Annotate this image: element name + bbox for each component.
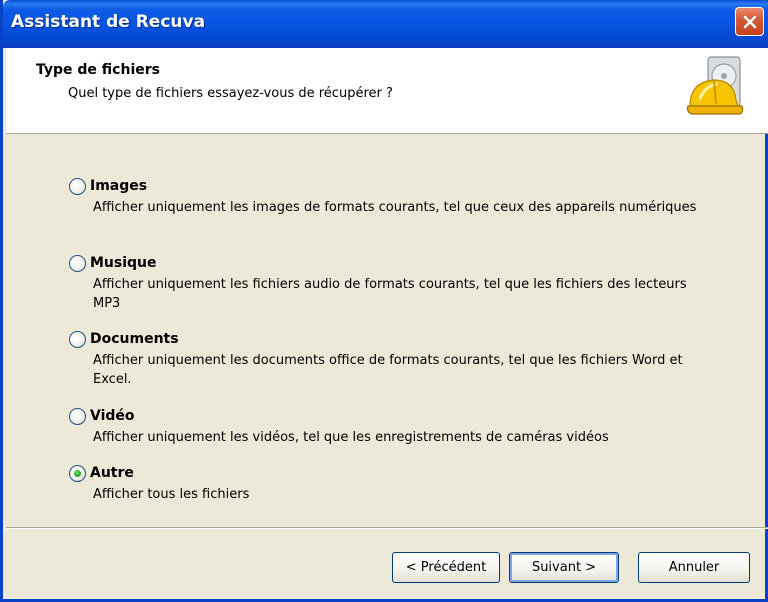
option-label[interactable]: Autre xyxy=(90,465,134,481)
window-title: Assistant de Recuva xyxy=(11,12,206,32)
option-label[interactable]: Musique xyxy=(90,255,157,271)
option-documents: Documents Afficher uniquement les docume… xyxy=(69,329,729,389)
footer-separator xyxy=(6,527,768,529)
recuva-hardhat-disk-icon xyxy=(686,56,744,115)
radio-music[interactable] xyxy=(69,254,86,272)
wizard-header: Type de fichiers Quel type de fichiers e… xyxy=(6,48,768,134)
option-description: Afficher tous les fichiers xyxy=(93,487,250,502)
close-button[interactable] xyxy=(735,7,764,36)
previous-button[interactable]: < Précédent xyxy=(392,552,500,583)
option-label[interactable]: Vidéo xyxy=(90,408,135,424)
page-title: Type de fichiers xyxy=(36,62,160,78)
option-other: Autre Afficher tous les fichiers xyxy=(69,463,729,504)
cancel-button[interactable]: Annuler xyxy=(638,552,750,583)
next-button[interactable]: Suivant > xyxy=(509,552,619,583)
page-subtitle: Quel type de fichiers essayez-vous de ré… xyxy=(68,86,393,101)
option-description: Afficher uniquement les images de format… xyxy=(93,200,697,215)
close-icon xyxy=(743,15,756,28)
option-label[interactable]: Documents xyxy=(90,331,179,347)
option-label[interactable]: Images xyxy=(90,178,147,194)
option-description: Afficher uniquement les vidéos, tel que … xyxy=(93,430,609,445)
title-bar[interactable]: Assistant de Recuva xyxy=(3,0,768,48)
option-description: Afficher uniquement les fichiers audio d… xyxy=(93,277,687,311)
wizard-window: Assistant de Recuva Type de fichiers Que… xyxy=(0,0,768,602)
radio-video[interactable] xyxy=(69,407,86,425)
option-video: Vidéo Afficher uniquement les vidéos, te… xyxy=(69,406,729,447)
radio-other[interactable] xyxy=(69,464,86,482)
option-images: Images Afficher uniquement les images de… xyxy=(69,176,729,217)
option-description: Afficher uniquement les documents office… xyxy=(93,353,683,387)
option-music: Musique Afficher uniquement les fichiers… xyxy=(69,253,729,313)
radio-documents[interactable] xyxy=(69,330,86,348)
radio-images[interactable] xyxy=(69,177,86,195)
